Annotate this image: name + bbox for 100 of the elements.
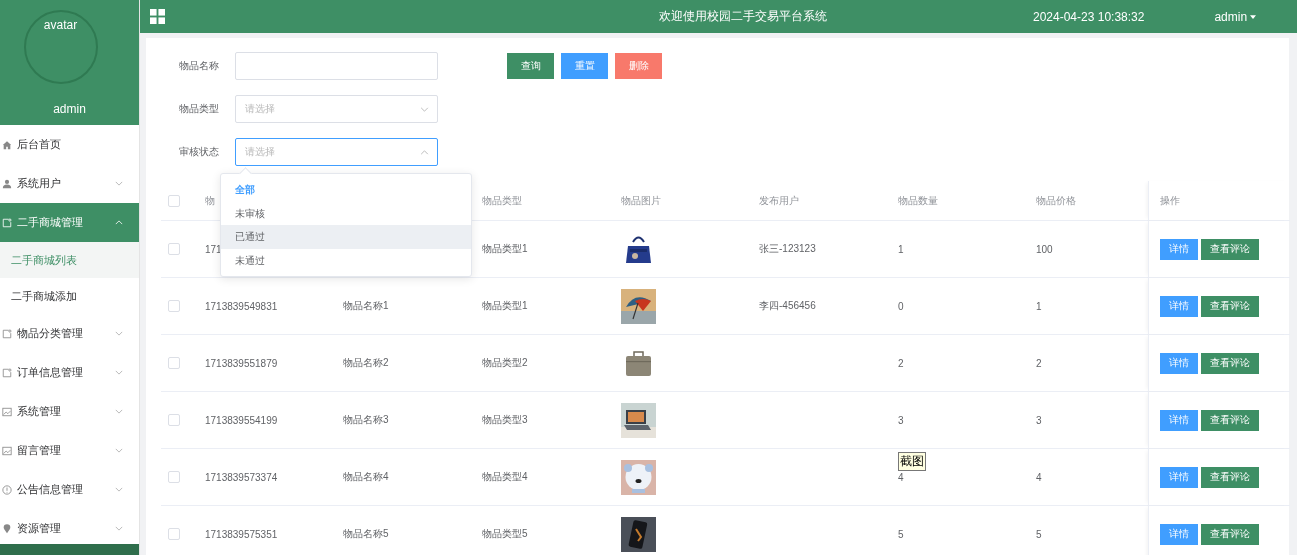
row-action-button[interactable]: 详情 (1160, 238, 1198, 260)
field-label: 物品类型 (178, 102, 219, 116)
menu-item[interactable]: 后台首页 (0, 125, 139, 164)
column-header: 物 (205, 193, 215, 208)
grid-icon[interactable] (150, 9, 165, 24)
chevron-icon (115, 487, 123, 492)
row-action-button[interactable]: 详情 (1160, 352, 1198, 374)
table-cell: 2 (1036, 357, 1042, 369)
action-button[interactable]: 删除 (615, 53, 662, 79)
date-time: 2024-04-23 10:38:32 (1033, 9, 1145, 24)
field-label: 审核状态 (178, 145, 219, 159)
input-field[interactable] (235, 52, 438, 80)
image-icon (2, 406, 12, 417)
column-header: 物品价格 (1036, 193, 1076, 208)
table-cell: 1 (898, 243, 904, 255)
page-title: 欢迎使用校园二手交易平台系统 (659, 8, 827, 25)
home-icon (2, 139, 12, 150)
menu-item[interactable]: 二手商城管理 (0, 203, 139, 242)
table-cell: 物品名称4 (343, 470, 389, 484)
submenu-item[interactable]: 二手商城添加 (0, 278, 139, 314)
chevron-icon (115, 409, 123, 414)
table-cell: 0 (898, 300, 904, 312)
menu-item[interactable]: 订单信息管理 (0, 353, 139, 392)
chevron-icon (115, 331, 123, 336)
table-cell: 张三-123123 (759, 242, 816, 256)
chevron-icon (115, 370, 123, 375)
column-header: 物品类型 (482, 193, 522, 208)
dropdown-option[interactable]: 已通过 (221, 225, 471, 249)
checkbox[interactable] (168, 471, 180, 483)
chevron-icon (115, 526, 123, 531)
chevron-icon (420, 149, 429, 155)
row-action-button[interactable]: 查看评论 (1201, 523, 1259, 545)
field-label: 物品名称 (178, 59, 219, 73)
dropdown-option[interactable]: 未审核 (221, 201, 471, 225)
table-cell: 4 (898, 471, 904, 483)
row-action-button[interactable]: 详情 (1160, 295, 1198, 317)
table-cell: 5 (898, 528, 904, 540)
chevron-icon (115, 448, 123, 453)
table-cell: 物品类型5 (482, 527, 528, 541)
row-action-button[interactable]: 查看评论 (1201, 466, 1259, 488)
pin-icon (2, 523, 12, 534)
table-cell: 3 (898, 414, 904, 426)
table-cell: 1 (1036, 300, 1042, 312)
table-cell: 物品名称5 (343, 527, 389, 541)
menu-item[interactable]: 留言管理 (0, 431, 139, 470)
table-cell: 1713839573374 (205, 471, 278, 483)
table-cell: 物品类型1 (482, 242, 528, 256)
dropdown-option[interactable]: 全部 (221, 178, 471, 202)
dropdown-option[interactable]: 未通过 (221, 248, 471, 272)
select-field[interactable]: 请选择 (235, 95, 438, 123)
chevron-icon (420, 106, 429, 112)
chevron-icon (115, 220, 123, 225)
row-action-button[interactable]: 详情 (1160, 409, 1198, 431)
table-cell: 5 (1036, 528, 1042, 540)
checkbox[interactable] (168, 243, 180, 255)
row-action-button[interactable]: 详情 (1160, 523, 1198, 545)
info-icon (2, 484, 12, 495)
chevron-icon (115, 181, 123, 186)
checkbox[interactable] (168, 414, 180, 426)
username: admin (53, 102, 86, 116)
checkbox[interactable] (168, 194, 180, 207)
row-action-button[interactable]: 查看评论 (1201, 352, 1259, 374)
row-action-button[interactable]: 查看评论 (1201, 295, 1259, 317)
table-cell: 4 (1036, 471, 1042, 483)
table-cell: 物品类型3 (482, 413, 528, 427)
menu-item[interactable]: 公告信息管理 (0, 470, 139, 509)
table-cell: 171 (205, 243, 222, 255)
note-icon (2, 328, 12, 339)
table-cell: 物品名称2 (343, 356, 389, 370)
action-button[interactable]: 重置 (561, 53, 608, 79)
table-cell: 1713839554199 (205, 414, 278, 426)
table-cell: 1713839549831 (205, 300, 278, 312)
checkbox[interactable] (168, 528, 180, 540)
avatar-label: avatar (43, 18, 78, 32)
table-cell: 3 (1036, 414, 1042, 426)
menu-item[interactable]: 资源管理 (0, 509, 139, 548)
image-icon (2, 445, 12, 456)
note-icon (2, 217, 12, 228)
select-field[interactable]: 请选择 (235, 138, 438, 166)
caret-icon (1250, 14, 1257, 19)
row-action-button[interactable]: 详情 (1160, 466, 1198, 488)
action-button[interactable]: 查询 (507, 53, 554, 79)
checkbox[interactable] (168, 300, 180, 312)
row-action-button[interactable]: 查看评论 (1201, 409, 1259, 431)
table-cell: 100 (1036, 243, 1053, 255)
table-cell: 2 (898, 357, 904, 369)
row-action-button[interactable]: 查看评论 (1201, 238, 1259, 260)
user-icon (2, 178, 12, 189)
checkbox[interactable] (168, 357, 180, 369)
table-cell: 物品类型1 (482, 299, 528, 313)
menu-item[interactable]: 物品分类管理 (0, 314, 139, 353)
table-cell: 物品名称3 (343, 413, 389, 427)
menu-item[interactable]: 系统用户 (0, 164, 139, 203)
column-header: 物品数量 (898, 193, 938, 208)
table-cell: 物品类型2 (482, 356, 528, 370)
user-menu[interactable]: admin (1214, 9, 1257, 24)
column-header: 发布用户 (759, 193, 799, 208)
tooltip: 截图 (898, 452, 926, 471)
submenu-item[interactable]: 二手商城列表 (0, 242, 139, 278)
menu-item[interactable]: 系统管理 (0, 392, 139, 431)
